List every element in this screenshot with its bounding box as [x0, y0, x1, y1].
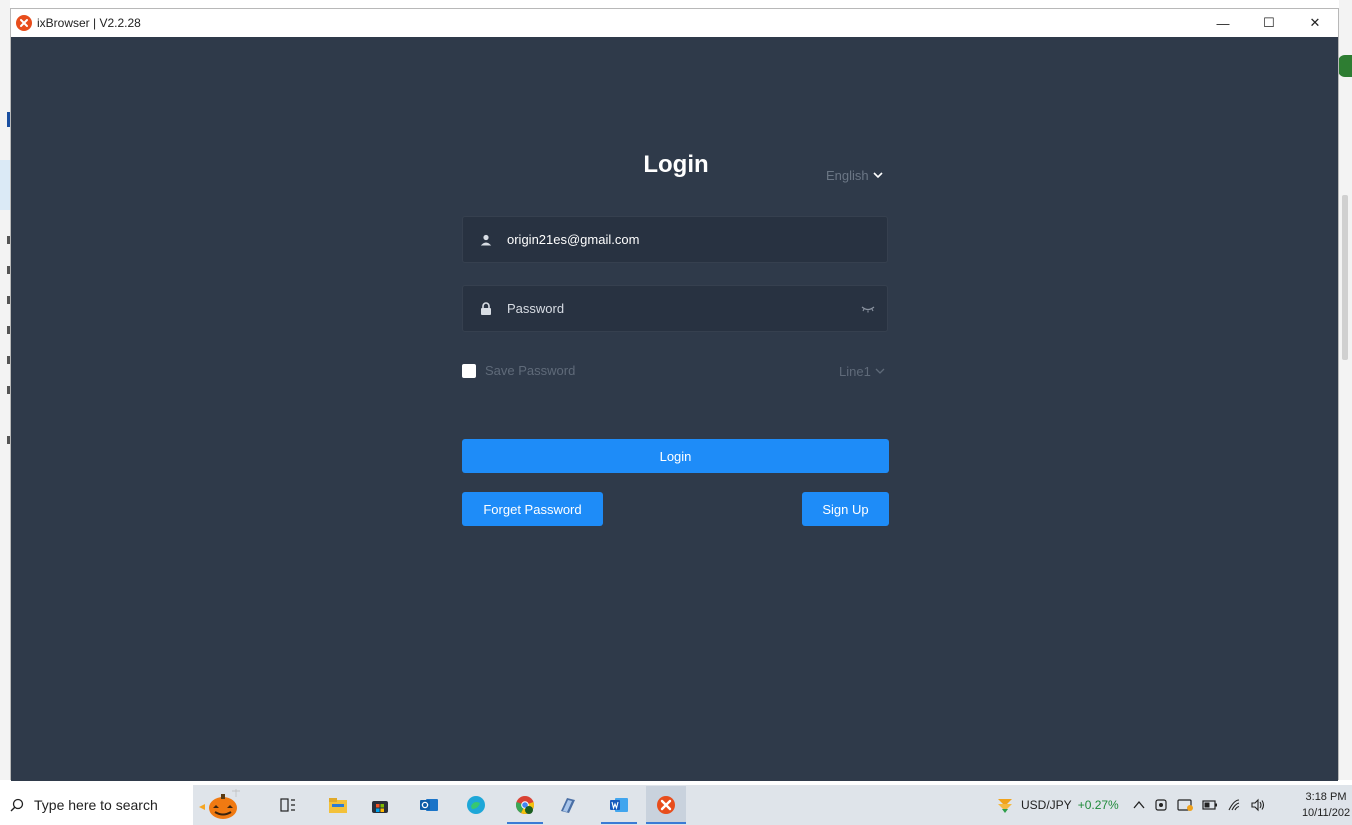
login-page: Login English origin21es@gmail.com Passw… [11, 37, 1338, 781]
chevron-up-icon[interactable] [1133, 800, 1145, 810]
background-window-right [1339, 0, 1352, 780]
clock[interactable]: 3:18 PM 10/11/202 [1300, 789, 1352, 821]
background-highlight [0, 160, 10, 210]
notes-app-icon[interactable] [556, 793, 580, 817]
ixbrowser-taskbar-icon[interactable] [646, 786, 686, 824]
sign-up-button[interactable]: Sign Up [802, 492, 889, 526]
system-tray: USD/JPY +0.27% [995, 785, 1266, 825]
tray-icons [1133, 798, 1266, 812]
microsoft-store-icon[interactable] [368, 793, 392, 817]
wifi-icon[interactable] [1227, 798, 1241, 812]
eye-closed-icon[interactable] [861, 303, 875, 315]
save-password-checkbox[interactable] [462, 363, 476, 378]
password-field[interactable]: Password [462, 285, 888, 332]
battery-icon[interactable] [1202, 799, 1218, 811]
background-green-tab [1338, 55, 1352, 77]
search-placeholder: Type here to search [34, 797, 158, 813]
ixbrowser-active-indicator [646, 822, 686, 824]
chrome-active-indicator [507, 822, 543, 824]
window-title: ixBrowser | V2.2.28 [37, 16, 141, 30]
language-label: English [826, 168, 869, 183]
chevron-down-icon [875, 368, 885, 374]
save-password-row: Save Password [462, 363, 575, 378]
clock-time: 3:18 PM [1305, 791, 1347, 803]
edge-browser-icon[interactable] [464, 793, 488, 817]
minimize-button[interactable]: — [1200, 9, 1246, 37]
screen: ixBrowser | V2.2.28 — ☐ ✕ Login English … [0, 0, 1352, 825]
search-icon [10, 798, 24, 812]
user-icon [479, 233, 493, 247]
taskbar: Type here to search USD/JPY +0.27% 3:18 … [0, 785, 1352, 825]
ixbrowser-logo-icon [16, 15, 32, 31]
ticker-symbol[interactable]: USD/JPY [1021, 798, 1072, 812]
close-button[interactable]: ✕ [1292, 9, 1338, 37]
word-active-indicator [601, 822, 637, 824]
outlook-icon[interactable] [417, 793, 441, 817]
email-value: origin21es@gmail.com [507, 232, 640, 247]
line-select[interactable]: Line1 [839, 364, 885, 379]
page-title: Login [643, 151, 709, 178]
password-input[interactable]: Password [507, 301, 564, 316]
pumpkin-icon[interactable] [196, 789, 242, 821]
forget-password-button[interactable]: Forget Password [462, 492, 603, 526]
language-select[interactable]: English [826, 168, 883, 183]
lock-icon [479, 302, 493, 316]
clock-date: 10/11/202 [1301, 807, 1351, 819]
chrome-icon[interactable] [513, 793, 537, 817]
taskbar-search[interactable]: Type here to search [0, 785, 193, 825]
file-explorer-icon[interactable] [326, 793, 350, 817]
task-view-icon[interactable] [276, 793, 300, 817]
window-controls: — ☐ ✕ [1200, 9, 1338, 37]
email-field[interactable]: origin21es@gmail.com [462, 216, 888, 263]
onedrive-icon[interactable] [1177, 798, 1193, 812]
line-select-label: Line1 [839, 364, 871, 379]
camera-icon[interactable] [1154, 798, 1168, 812]
app-window: ixBrowser | V2.2.28 — ☐ ✕ Login English … [10, 8, 1339, 781]
maximize-button[interactable]: ☐ [1246, 9, 1292, 37]
background-scrollbar[interactable] [1342, 195, 1348, 360]
chevron-down-icon [873, 172, 883, 179]
save-password-label[interactable]: Save Password [485, 363, 575, 378]
ticker-change[interactable]: +0.27% [1078, 798, 1119, 812]
login-button[interactable]: Login [462, 439, 889, 473]
word-icon[interactable] [607, 793, 631, 817]
ticker-trend-icon[interactable] [995, 795, 1015, 815]
title-bar[interactable]: ixBrowser | V2.2.28 — ☐ ✕ [11, 9, 1338, 37]
speaker-icon[interactable] [1250, 798, 1266, 812]
